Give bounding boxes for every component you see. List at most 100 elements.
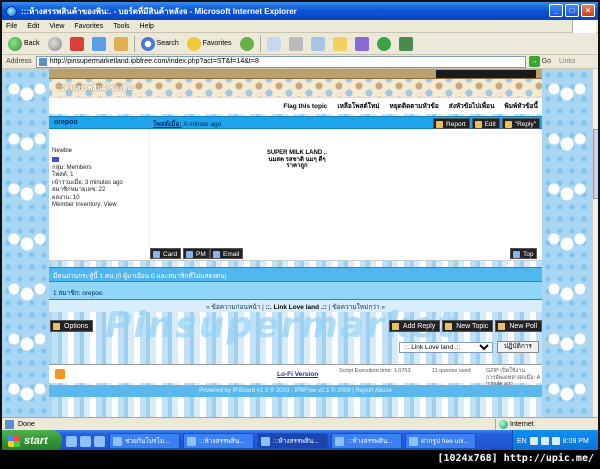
next-topic-link[interactable]: ข้อความใหม่กว่า » — [332, 304, 385, 311]
email-icon — [213, 251, 220, 258]
task-buttons: ช่วยกันโปรโม... :::ห้างสรรพสิน... :::ห้า… — [109, 433, 476, 449]
home-icon — [113, 36, 128, 51]
stop-button[interactable] — [68, 35, 86, 53]
new-poll-button[interactable]: New Poll — [495, 320, 542, 332]
plugin-icon — [398, 36, 413, 51]
copyright-bar[interactable]: Powered by IP.Board v1.3 © 2003 - IPBFre… — [49, 385, 542, 397]
unsubscribe-link[interactable]: หยุดติดตามหัวข้อ — [390, 101, 439, 111]
task-button[interactable]: :::ห้างสรรพสิน... — [331, 433, 402, 449]
favorites-button[interactable]: Favorites — [185, 35, 234, 53]
send-topic-link[interactable]: ส่งหัวข้อไปเพื่อน — [449, 101, 495, 111]
menu-file[interactable]: File — [6, 23, 17, 30]
bow-pattern-left — [2, 69, 52, 417]
post-time-label[interactable]: โพสต์เมื่อ: — [153, 121, 182, 128]
search-button[interactable]: Search — [139, 35, 181, 53]
task-button[interactable]: ฝากรูป free unl... — [405, 433, 476, 449]
report-button[interactable]: Report — [433, 118, 470, 129]
options-button[interactable]: Options — [50, 320, 94, 332]
start-button[interactable]: start — [2, 430, 62, 452]
vertical-scrollbar[interactable] — [592, 69, 598, 417]
toolbar: Back Search Favorites — [2, 33, 598, 55]
history-button[interactable] — [238, 35, 256, 53]
quick-launch-icon[interactable] — [66, 435, 77, 447]
quick-launch-icon[interactable] — [94, 435, 105, 447]
close-button[interactable]: × — [581, 4, 595, 17]
menu-tools[interactable]: Tools — [113, 23, 129, 30]
quick-launch-icon[interactable] — [80, 435, 91, 447]
page-viewport: :::ห้างสรรพสินค้าของพิน: Flag this topic… — [2, 69, 592, 417]
new-topic-icon — [445, 323, 453, 330]
back-button[interactable]: Back — [6, 35, 42, 53]
zone-text: Internet — [510, 421, 534, 428]
rank-pips-icon — [52, 156, 59, 162]
lofi-link[interactable]: Lo-Fi Version — [277, 371, 318, 378]
volume-icon[interactable] — [551, 437, 560, 445]
address-bar: Address http://pinsupermarketland.ipbfre… — [2, 55, 598, 69]
rss-icon[interactable] — [55, 369, 65, 379]
user-rank: Newbie — [52, 148, 73, 154]
security-zone: Internet — [495, 419, 534, 430]
print-button[interactable] — [287, 35, 305, 53]
forum-jump-go-button[interactable]: ปฏิบัติการ — [497, 341, 539, 353]
maximize-button[interactable]: □ — [565, 4, 579, 17]
print-topic-link[interactable]: พิมพ์หัวข้อนี้ — [504, 101, 538, 111]
back-arrow-icon — [8, 36, 22, 51]
post-body: Newbie กลุ่ม: Members โพสต์: 1 เข้าร่วมเ… — [49, 129, 542, 246]
window-title-bar[interactable]: :::ห้างสรรพสินค้าของพิน:. - บอร์ดที่มีสิ… — [2, 2, 598, 20]
address-input[interactable]: http://pinsupermarketland.ipbfree.com/in… — [35, 55, 526, 68]
scrollbar-thumb[interactable] — [593, 129, 598, 199]
gzip-text: GZIP เปิดใช้งาน — [486, 368, 526, 374]
messenger-button[interactable] — [375, 35, 393, 53]
add-reply-button[interactable]: Add Reply — [388, 320, 441, 332]
task-button[interactable]: :::ห้างสรรพสิน... — [183, 433, 254, 449]
forum-jump-select[interactable]: ::. Link Love land .:: — [399, 341, 493, 353]
menu-favorites[interactable]: Favorites — [74, 23, 103, 30]
minimize-button[interactable]: _ — [549, 4, 563, 17]
go-button[interactable]: → Go — [528, 56, 551, 67]
readers-summary: มีคนอ่านกระทู้นี้ 1 คน (0 ผู้มาเยือน 0 แ… — [49, 267, 542, 281]
new-posts-link[interactable]: เหลือโพสต์ใหม่ — [337, 101, 379, 111]
email-button[interactable]: Email — [210, 248, 244, 259]
forward-button[interactable] — [46, 35, 64, 53]
flag-topic-link[interactable]: Flag this topic — [283, 103, 327, 110]
research-button[interactable] — [353, 35, 371, 53]
options-icon — [53, 323, 60, 330]
reply-button[interactable]: "Reply" — [501, 118, 540, 129]
task-button[interactable]: ช่วยกันโปรโม... — [109, 433, 180, 449]
address-label: Address — [6, 58, 32, 65]
current-forum-link[interactable]: ::. Link Love land .:: — [266, 304, 327, 311]
language-indicator[interactable]: EN — [517, 438, 527, 445]
tray-icon[interactable] — [540, 437, 549, 445]
post-time: โพสต์เมื่อ: A minute ago — [153, 119, 221, 129]
menu-help[interactable]: Help — [140, 23, 154, 30]
post-author[interactable]: orepoo — [54, 119, 78, 126]
task-button-active[interactable]: :::ห้างสรรพสิน... — [257, 433, 328, 449]
new-topic-button[interactable]: New Topic — [442, 320, 494, 332]
plugin-button[interactable] — [397, 35, 415, 53]
refresh-icon — [91, 36, 106, 51]
page-icon — [38, 57, 47, 66]
post-time-value: A minute ago — [183, 121, 222, 128]
add-reply-icon — [391, 323, 399, 330]
tray-icon[interactable] — [529, 437, 538, 445]
refresh-button[interactable] — [90, 35, 108, 53]
links-label[interactable]: Links — [559, 58, 575, 65]
taskbar: start ช่วยกันโปรโม... :::ห้างสรรพสิน... … — [2, 430, 598, 452]
readers-list: 1 สมาชิก: orepoo — [49, 281, 542, 300]
edit-page-button[interactable] — [309, 35, 327, 53]
toolbar-separator — [259, 35, 261, 52]
user-inventory[interactable]: Member Inventory: View — [52, 202, 148, 210]
folder-button[interactable] — [331, 35, 349, 53]
mini-bar — [436, 70, 536, 78]
home-button[interactable] — [112, 35, 130, 53]
top-button[interactable]: Top — [510, 248, 538, 259]
mail-button[interactable] — [265, 35, 283, 53]
menu-edit[interactable]: Edit — [27, 23, 39, 30]
card-button[interactable]: Card — [150, 248, 182, 259]
pm-button[interactable]: PM — [183, 248, 210, 259]
menu-view[interactable]: View — [49, 23, 64, 30]
prev-topic-link[interactable]: « ข้อความก่อนหน้า — [206, 304, 260, 311]
edit-button[interactable]: Edit — [471, 118, 500, 129]
topic-navigation: « ข้อความก่อนหน้า | ::. Link Love land .… — [49, 300, 542, 312]
user-number: สมาชิกหมายเลข: 22 — [52, 187, 106, 193]
